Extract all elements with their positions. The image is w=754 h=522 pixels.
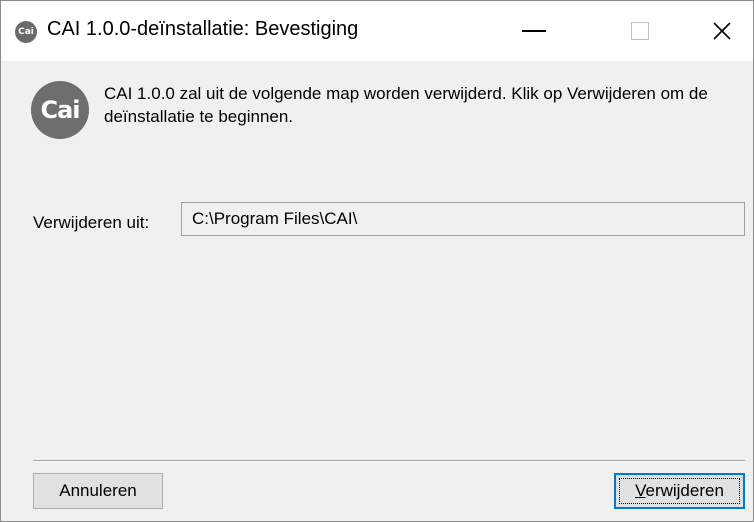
close-icon [713, 22, 731, 40]
cancel-button[interactable]: Annuleren [33, 473, 163, 509]
maximize-icon [631, 22, 649, 40]
maximize-button [609, 1, 671, 61]
uninstall-button[interactable]: Verwijderen [614, 473, 745, 509]
window-title: CAI 1.0.0-deïnstallatie: Bevestiging [47, 18, 359, 40]
title-bar[interactable]: Cai CAI 1.0.0-deïnstallatie: Bevestiging [1, 1, 753, 61]
app-icon: Cai [15, 21, 37, 43]
footer-divider [33, 460, 745, 462]
minimize-button[interactable] [503, 1, 565, 61]
uninstall-dialog-window: Cai CAI 1.0.0-deïnstallatie: Bevestiging… [0, 0, 754, 522]
close-button[interactable] [691, 1, 753, 61]
dialog-content: Cai CAI 1.0.0 zal uit de volgende map wo… [1, 61, 753, 521]
uninstall-from-label: Verwijderen uit: [33, 213, 150, 232]
cai-logo-icon: Cai [31, 81, 89, 139]
confirmation-message: CAI 1.0.0 zal uit de volgende map worden… [104, 84, 708, 126]
minimize-icon [522, 30, 546, 32]
focus-rectangle [619, 478, 740, 504]
uninstall-path-field: C:\Program Files\CAI\ [181, 202, 745, 236]
